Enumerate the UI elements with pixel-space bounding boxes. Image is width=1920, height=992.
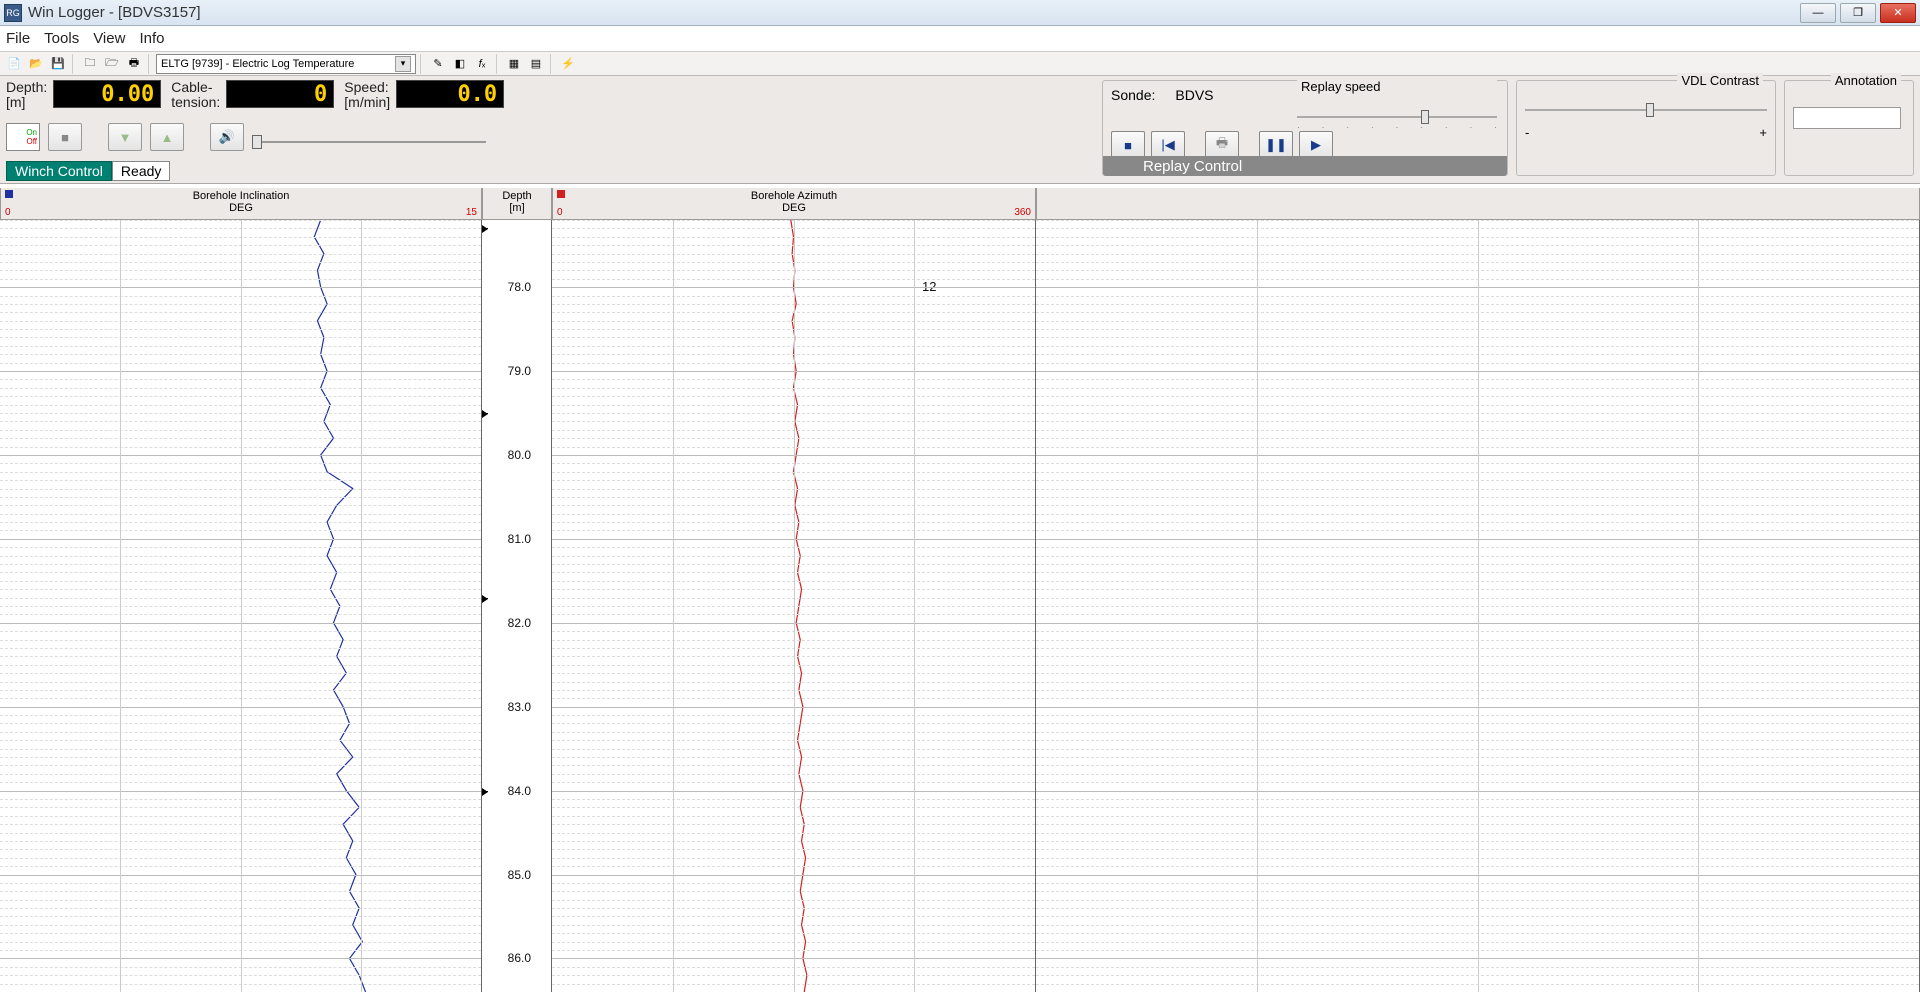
replay-status-bar: Replay Control [1103,156,1507,176]
chevron-down-icon: ▾ [395,56,411,72]
inc-marker-icon [5,190,13,198]
toolbar-grid-icon[interactable]: ▦ [504,54,524,74]
replay-speed-legend: Replay speed [1297,79,1497,94]
toolbar-cal-icon[interactable]: ▤ [526,54,546,74]
toolbar-save-icon[interactable]: 💾 [48,54,68,74]
toolbar-chart-icon[interactable]: ◧ [450,54,470,74]
toolbar-bolt-icon[interactable]: ⚡ [558,54,578,74]
winch-down-button[interactable]: ▼ [108,123,142,151]
depth-readout: 0.00 [53,80,161,108]
plot-azimuth[interactable]: 12 [552,220,1036,992]
toolbar-open-icon[interactable]: 📂 [26,54,46,74]
toolbar-fileopen-icon[interactable]: 🗁 [102,54,122,74]
winch-stop-button[interactable]: ■ [48,123,82,151]
menu-file[interactable]: File [6,30,30,47]
maximize-button[interactable]: ❐ [1840,3,1876,23]
toolbar-fx-icon[interactable]: fₓ [472,54,492,74]
menu-info[interactable]: Info [139,30,164,47]
annotation-panel: Annotation [1784,80,1914,176]
plot-depth[interactable]: 78.079.080.081.082.083.084.085.086.0 [482,220,552,992]
cable-readout: 0 [226,80,334,108]
minimize-button[interactable]: — [1800,3,1836,23]
control-strip: Depth:[m] 0.00 Cable-tension: 0 Speed:[m… [0,76,1920,184]
app-icon: RG [4,4,22,22]
sonde-label: Sonde: [1111,87,1155,103]
track-header-inclination: Borehole Inclination DEG 0 15 [0,188,482,220]
close-button[interactable]: ✕ [1880,3,1916,23]
toolbar-new-icon[interactable]: 📄 [4,54,24,74]
speed-readout: 0.0 [396,80,504,108]
vdl-panel: VDL Contrast - + [1516,80,1776,176]
onoff-toggle[interactable]: OnOff [6,123,40,151]
replay-stop-button[interactable]: ■ [1111,131,1145,159]
tool-combo-text: ELTG [9739] - Electric Log Temperature [161,58,354,70]
cable-label: Cable-tension: [171,80,220,110]
winch-control-status: Winch Control [6,161,112,181]
replay-play-button[interactable]: ▶ [1299,131,1333,159]
toolbar-folder-icon[interactable]: 🗀 [80,54,100,74]
speed-label: Speed:[m/min] [344,80,390,110]
replay-print-button[interactable]: 🖶 [1205,131,1239,159]
vdl-legend: VDL Contrast [1677,73,1763,88]
winch-speed-slider[interactable] [252,132,486,152]
replay-speed-slider[interactable] [1297,116,1497,118]
log-chart: Borehole Inclination DEG 0 15 Depth [m] … [0,188,1920,992]
replay-restart-button[interactable]: |◀ [1151,131,1185,159]
vdl-plus: + [1759,125,1767,140]
vdl-minus: - [1525,125,1529,140]
toolbar-wand-icon[interactable]: ✎ [428,54,448,74]
menu-view[interactable]: View [93,30,125,47]
title-bar: RG Win Logger - [BDVS3157] — ❐ ✕ [0,0,1920,26]
track-header-azimuth: Borehole Azimuth DEG 0 360 [552,188,1036,220]
winch-up-button[interactable]: ▲ [150,123,184,151]
track-header-blank [1036,188,1920,220]
depth-label: Depth:[m] [6,80,47,110]
plot-blank [1036,220,1920,992]
winch-sound-button[interactable]: 🔊 [210,123,244,151]
azi-marker-icon [557,190,565,198]
replay-pause-button[interactable]: ❚❚ [1259,131,1293,159]
window-title: Win Logger - [BDVS3157] [28,4,1800,21]
sonde-value: BDVS [1175,87,1213,103]
ready-status: Ready [112,161,170,181]
tool-combo[interactable]: ELTG [9739] - Electric Log Temperature ▾ [156,54,416,74]
toolbar-print-icon[interactable]: 🖶 [124,54,144,74]
replay-panel: Sonde: BDVS Replay speed ········· ■ |◀ … [1102,80,1508,176]
vdl-contrast-slider[interactable] [1525,109,1767,111]
annotation-input[interactable] [1793,107,1901,129]
annotation-legend: Annotation [1831,73,1901,88]
plot-inclination[interactable] [0,220,482,992]
menu-tools[interactable]: Tools [44,30,79,47]
track-header-depth: Depth [m] [482,188,552,220]
toolbar: 📄 📂 💾 🗀 🗁 🖶 ELTG [9739] - Electric Log T… [0,52,1920,76]
menu-bar: File Tools View Info [0,26,1920,52]
